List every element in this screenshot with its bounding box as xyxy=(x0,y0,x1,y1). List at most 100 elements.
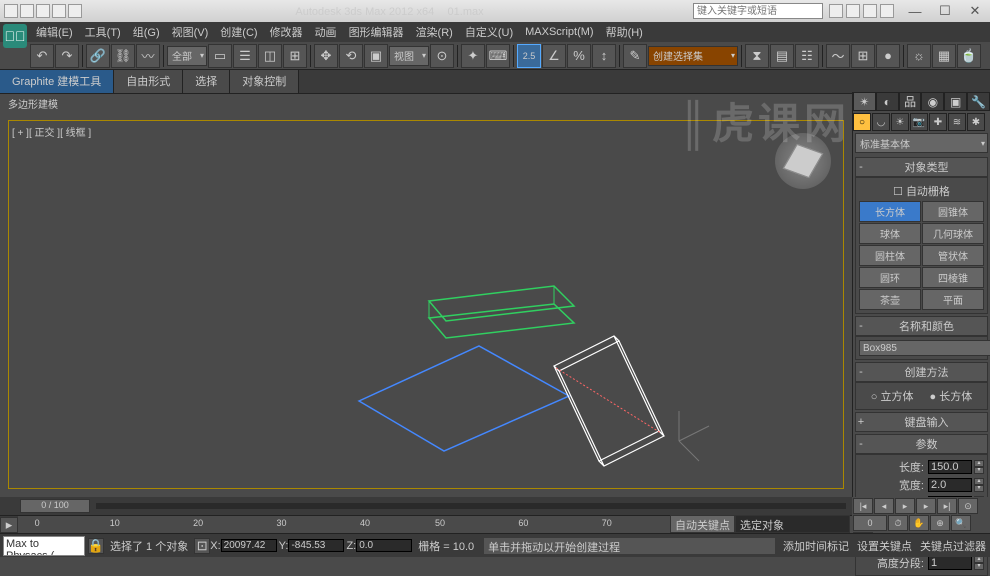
graphite-tab-object[interactable]: 对象控制 xyxy=(230,70,299,93)
menu-group[interactable]: 组(G) xyxy=(127,24,166,40)
tab-create[interactable]: ✴ xyxy=(853,92,876,111)
viewport-ortho[interactable]: [ + ][ 正交 ][ 线框 ] xyxy=(8,120,844,489)
graphite-tab-freeform[interactable]: 自由形式 xyxy=(114,70,183,93)
redo-button[interactable]: ↷ xyxy=(55,44,79,68)
primitive-category-dropdown[interactable]: 标准基本体 xyxy=(855,133,988,153)
prev-frame-button[interactable]: ◂ xyxy=(874,498,894,514)
tab-modify[interactable]: ◐ xyxy=(876,92,899,111)
time-tag-button[interactable]: 添加时间标记 xyxy=(779,538,853,554)
select-object-button[interactable]: ▭ xyxy=(208,44,232,68)
goto-start-button[interactable]: |◂ xyxy=(853,498,873,514)
nav-pan-button[interactable]: ✋ xyxy=(909,515,929,531)
unlink-button[interactable]: ⛓ xyxy=(111,44,135,68)
material-editor-button[interactable]: ● xyxy=(876,44,900,68)
star-icon[interactable] xyxy=(863,4,877,18)
window-crossing-button[interactable]: ⊞ xyxy=(283,44,307,68)
layers-button[interactable]: ☷ xyxy=(795,44,819,68)
rollout-object-type[interactable]: -对象类型 xyxy=(855,157,988,177)
param-width-input[interactable]: 2.0 xyxy=(928,478,972,492)
obj-cone[interactable]: 圆锥体 xyxy=(922,201,984,222)
scale-button[interactable]: ▣ xyxy=(364,44,388,68)
rollout-parameters[interactable]: -参数 xyxy=(855,434,988,454)
obj-plane[interactable]: 平面 xyxy=(922,289,984,310)
named-selset-dropdown[interactable]: 创建选择集 xyxy=(648,46,738,66)
auto-key-button[interactable]: 自动关键点 xyxy=(670,515,735,533)
param-hseg-input[interactable]: 1 xyxy=(928,556,972,570)
menu-animation[interactable]: 动画 xyxy=(309,24,343,40)
rollout-keyboard-entry[interactable]: +键盘输入 xyxy=(855,412,988,432)
menu-grapheditors[interactable]: 图形编辑器 xyxy=(343,24,410,40)
pivot-button[interactable]: ⊙ xyxy=(430,44,454,68)
help-icon[interactable] xyxy=(880,4,894,18)
help-search-input[interactable] xyxy=(693,3,823,19)
radio-box[interactable]: ● 长方体 xyxy=(930,388,973,404)
tab-utilities[interactable]: 🔧 xyxy=(967,92,990,111)
nav-zoom-button[interactable]: 🔍 xyxy=(951,515,971,531)
move-button[interactable]: ✥ xyxy=(314,44,338,68)
obj-pyramid[interactable]: 四棱锥 xyxy=(922,267,984,288)
minimize-button[interactable]: — xyxy=(900,1,930,21)
align-button[interactable]: ▤ xyxy=(770,44,794,68)
param-length-input[interactable]: 150.0 xyxy=(928,460,972,474)
key-mode-button[interactable]: ⊙ xyxy=(958,498,978,514)
select-by-name-button[interactable]: ☰ xyxy=(233,44,257,68)
manip-button[interactable]: ✦ xyxy=(461,44,485,68)
menu-create[interactable]: 创建(C) xyxy=(214,24,263,40)
coord-y-input[interactable] xyxy=(288,539,344,552)
rotate-button[interactable]: ⟲ xyxy=(339,44,363,68)
maxscript-listener[interactable]: Max to Physacs ( xyxy=(3,536,85,556)
link-button[interactable]: 🔗 xyxy=(86,44,110,68)
time-config-button[interactable]: ⏱ xyxy=(888,515,908,531)
coord-x-input[interactable] xyxy=(221,539,277,552)
app-menu-button[interactable]: �ึ xyxy=(3,24,27,48)
goto-end-button[interactable]: ▸| xyxy=(937,498,957,514)
trackbar-toggle[interactable]: ▸ xyxy=(0,517,18,533)
rendered-frame-button[interactable]: ▦ xyxy=(932,44,956,68)
menu-help[interactable]: 帮助(H) xyxy=(600,24,649,40)
obj-cylinder[interactable]: 圆柱体 xyxy=(859,245,921,266)
bind-spacewarp-button[interactable]: 〰 xyxy=(136,44,160,68)
binoculars-icon[interactable] xyxy=(829,4,843,18)
schematic-button[interactable]: ⊞ xyxy=(851,44,875,68)
menu-rendering[interactable]: 渲染(R) xyxy=(410,24,459,40)
graphite-tab-selection[interactable]: 选择 xyxy=(183,70,230,93)
param-length-spinner[interactable]: ▴▾ xyxy=(974,460,984,474)
param-width-spinner[interactable]: ▴▾ xyxy=(974,478,984,492)
subtab-systems[interactable]: ✱ xyxy=(967,113,985,131)
spinner-snap-button[interactable]: ↕ xyxy=(592,44,616,68)
undo-button[interactable]: ↶ xyxy=(30,44,54,68)
current-frame-input[interactable]: 0 xyxy=(853,515,887,531)
ref-coord-dropdown[interactable]: 视图 xyxy=(389,46,429,66)
render-button[interactable]: 🍵 xyxy=(957,44,981,68)
named-sel-edit-button[interactable]: ✎ xyxy=(623,44,647,68)
coord-z-input[interactable] xyxy=(356,539,412,552)
subtab-geometry[interactable]: ○ xyxy=(853,113,871,131)
mirror-button[interactable]: ⧗ xyxy=(745,44,769,68)
set-key-button[interactable]: 设置关键点 xyxy=(853,538,916,554)
percent-snap-button[interactable]: % xyxy=(567,44,591,68)
qat-open-icon[interactable] xyxy=(20,4,34,18)
autogrid-checkbox[interactable]: ☐自动栅格 xyxy=(859,181,984,201)
obj-tube[interactable]: 管状体 xyxy=(922,245,984,266)
lock-selection-icon[interactable]: 🔒 xyxy=(88,538,104,554)
obj-torus[interactable]: 圆环 xyxy=(859,267,921,288)
key-filters-button[interactable]: 关键点过滤器 xyxy=(916,538,990,554)
tab-display[interactable]: ▣ xyxy=(944,92,967,111)
obj-sphere[interactable]: 球体 xyxy=(859,223,921,244)
time-slider[interactable]: 0 / 100 xyxy=(0,497,852,515)
next-frame-button[interactable]: ▸ xyxy=(916,498,936,514)
close-button[interactable]: ✕ xyxy=(960,1,990,21)
obj-teapot[interactable]: 茶壶 xyxy=(859,289,921,310)
menu-maxscript[interactable]: MAXScript(M) xyxy=(519,26,599,38)
play-button[interactable]: ▸ xyxy=(895,498,915,514)
key-filters-dropdown[interactable]: 选定对象 xyxy=(735,515,850,533)
curve-editor-button[interactable]: 〜 xyxy=(826,44,850,68)
snap-toggle-button[interactable]: 2.5 xyxy=(517,44,541,68)
tab-hierarchy[interactable]: 品 xyxy=(899,92,922,111)
object-name-input[interactable] xyxy=(859,340,990,356)
menu-views[interactable]: 视图(V) xyxy=(166,24,215,40)
tab-motion[interactable]: ◉ xyxy=(921,92,944,111)
rollout-creation-method[interactable]: -创建方法 xyxy=(855,362,988,382)
menu-modifiers[interactable]: 修改器 xyxy=(264,24,309,40)
keymode-button[interactable]: ⌨ xyxy=(486,44,510,68)
